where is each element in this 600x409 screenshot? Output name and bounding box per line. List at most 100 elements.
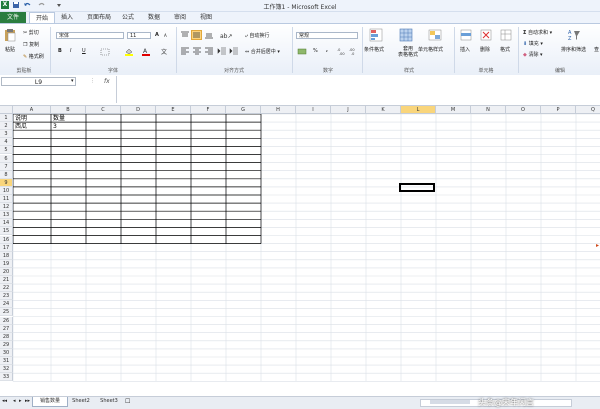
- row-header-16[interactable]: 16: [0, 235, 13, 244]
- row-header-6[interactable]: 6: [0, 154, 13, 163]
- align-center-icon[interactable]: [192, 47, 202, 55]
- delete-cells-icon[interactable]: [480, 28, 492, 42]
- column-header-K[interactable]: K: [366, 106, 401, 114]
- delete-cells-button[interactable]: 删除: [480, 46, 490, 53]
- row-header-27[interactable]: 27: [0, 324, 13, 333]
- row-header-22[interactable]: 22: [0, 284, 13, 293]
- paste-icon[interactable]: [4, 28, 16, 42]
- insert-function-button[interactable]: fx: [104, 78, 110, 85]
- column-header-I[interactable]: I: [296, 106, 331, 114]
- sheet-tab-sheet3[interactable]: Sheet3: [96, 397, 122, 406]
- clear-button[interactable]: ◆ 清除 ▾: [523, 51, 543, 58]
- number-format-combo[interactable]: 常规: [296, 32, 358, 39]
- grow-font-button[interactable]: A: [155, 32, 159, 38]
- row-header-3[interactable]: 3: [0, 130, 13, 139]
- bold-button[interactable]: B: [58, 48, 62, 54]
- italic-button[interactable]: I: [70, 48, 71, 54]
- phonetic-icon[interactable]: 文: [160, 47, 170, 56]
- column-header-C[interactable]: C: [86, 106, 121, 114]
- format-as-table-button[interactable]: 套用 表格格式: [397, 46, 419, 58]
- row-header-2[interactable]: 2: [0, 122, 13, 131]
- column-header-P[interactable]: P: [541, 106, 576, 114]
- cell-A1[interactable]: 说明: [14, 115, 27, 123]
- sheet-nav-next-icon[interactable]: ▸: [19, 398, 22, 404]
- align-top-icon[interactable]: [180, 31, 190, 39]
- format-painter-button[interactable]: ✎ 格式刷: [23, 53, 44, 60]
- row-header-13[interactable]: 13: [0, 211, 13, 220]
- sheet-nav-prev-icon[interactable]: ◂: [13, 398, 16, 404]
- find-select-button[interactable]: 查: [594, 46, 599, 53]
- sort-filter-icon[interactable]: AZ: [568, 28, 582, 42]
- row-header-19[interactable]: 19: [0, 259, 13, 268]
- insert-sheet-icon[interactable]: ☐: [125, 398, 130, 405]
- align-left-icon[interactable]: [180, 47, 190, 55]
- orientation-icon[interactable]: ab↗: [220, 31, 232, 39]
- sheet-nav-first-icon[interactable]: ◂◂: [2, 398, 7, 404]
- row-header-25[interactable]: 25: [0, 308, 13, 317]
- column-header-Q[interactable]: Q: [576, 106, 600, 114]
- comma-button[interactable]: ,: [326, 47, 328, 53]
- tab-formulas[interactable]: 公式: [118, 12, 138, 23]
- align-right-icon[interactable]: [204, 47, 214, 55]
- row-header-18[interactable]: 18: [0, 251, 13, 260]
- column-header-G[interactable]: G: [226, 106, 261, 114]
- cut-button[interactable]: ✂ 剪切: [23, 29, 39, 36]
- row-header-17[interactable]: 17: [0, 243, 13, 252]
- row-header-14[interactable]: 14: [0, 219, 13, 228]
- tab-page-layout[interactable]: 页面布局: [82, 12, 116, 23]
- format-cells-button[interactable]: 格式: [500, 46, 510, 53]
- row-header-5[interactable]: 5: [0, 146, 13, 155]
- row-header-4[interactable]: 4: [0, 138, 13, 147]
- conditional-format-icon[interactable]: [369, 28, 383, 42]
- column-header-D[interactable]: D: [121, 106, 156, 114]
- row-header-26[interactable]: 26: [0, 316, 13, 325]
- row-header-20[interactable]: 20: [0, 267, 13, 276]
- font-name-combo[interactable]: 宋体: [56, 32, 124, 39]
- row-header-31[interactable]: 31: [0, 357, 13, 366]
- scrollbar-thumb[interactable]: [430, 400, 470, 404]
- insert-cells-button[interactable]: 插入: [460, 46, 470, 53]
- sheet-tab-sheet2[interactable]: Sheet2: [68, 397, 94, 406]
- column-header-H[interactable]: H: [261, 106, 296, 114]
- cell-A2[interactable]: 西瓜: [14, 123, 27, 131]
- currency-icon[interactable]: [297, 47, 307, 56]
- tab-file[interactable]: 文件: [0, 12, 26, 23]
- row-header-12[interactable]: 12: [0, 203, 13, 212]
- align-bottom-icon[interactable]: [204, 31, 214, 39]
- copy-button[interactable]: ❐ 复制: [23, 41, 39, 48]
- column-header-F[interactable]: F: [191, 106, 226, 114]
- row-header-28[interactable]: 28: [0, 332, 13, 341]
- sort-filter-button[interactable]: 排序和筛选: [561, 46, 586, 53]
- shrink-font-button[interactable]: A: [164, 33, 167, 38]
- column-header-N[interactable]: N: [471, 106, 506, 114]
- formula-input[interactable]: [116, 76, 600, 103]
- align-middle-button[interactable]: [191, 30, 202, 40]
- row-header-30[interactable]: 30: [0, 348, 13, 357]
- row-header-9[interactable]: 9: [0, 178, 13, 187]
- fill-color-icon[interactable]: [124, 47, 134, 56]
- paste-button[interactable]: 粘贴: [5, 46, 15, 53]
- row-header-1[interactable]: 1: [0, 114, 13, 123]
- tab-view[interactable]: 视图: [196, 12, 216, 23]
- wrap-text-button[interactable]: ⤶ 自动换行: [245, 32, 269, 39]
- column-header-B[interactable]: B: [51, 106, 86, 114]
- row-header-23[interactable]: 23: [0, 292, 13, 301]
- sheet-nav-last-icon[interactable]: ▸▸: [25, 398, 30, 404]
- insert-cells-icon[interactable]: [460, 28, 472, 42]
- worksheet-grid[interactable]: ABCDEFGHIJKLMNOPQ 1 2 3 4 5 6 7 8 9 10 11 12 13 14 15 1…: [0, 106, 600, 396]
- cell-B1[interactable]: 数量: [52, 115, 65, 123]
- row-header-24[interactable]: 24: [0, 300, 13, 309]
- row-header-10[interactable]: 10: [0, 186, 13, 195]
- column-header-E[interactable]: E: [156, 106, 191, 114]
- active-cell-L9[interactable]: [399, 183, 435, 192]
- row-header-7[interactable]: 7: [0, 162, 13, 171]
- increase-indent-icon[interactable]: [229, 47, 239, 55]
- row-header-11[interactable]: 11: [0, 195, 13, 204]
- format-as-table-icon[interactable]: [399, 28, 413, 42]
- tab-insert[interactable]: 插入: [56, 12, 78, 23]
- row-header-33[interactable]: 33: [0, 373, 13, 382]
- row-header-15[interactable]: 15: [0, 227, 13, 236]
- borders-icon[interactable]: [100, 48, 110, 56]
- column-header-M[interactable]: M: [436, 106, 471, 114]
- font-size-combo[interactable]: 11: [127, 32, 151, 39]
